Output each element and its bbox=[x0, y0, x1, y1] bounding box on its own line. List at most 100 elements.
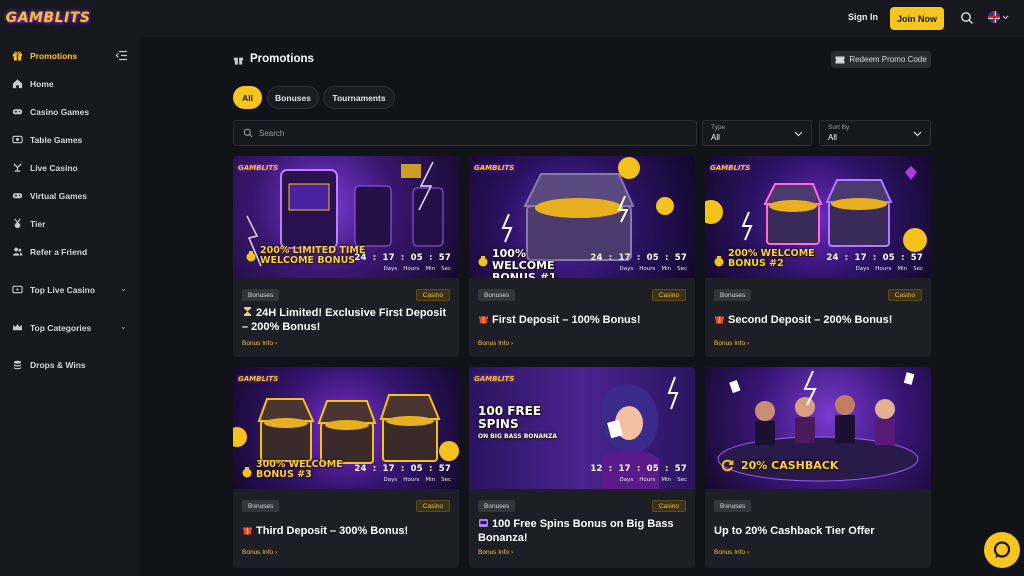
live-icon bbox=[13, 163, 22, 172]
tag-bonuses: Bonuses bbox=[714, 500, 752, 512]
sort-by-select[interactable]: Sort By All bbox=[819, 120, 931, 146]
chevron-down-icon bbox=[913, 131, 922, 137]
gift-icon bbox=[12, 51, 23, 61]
tab-all[interactable]: All bbox=[233, 86, 262, 109]
sidebar-item-home[interactable]: Home bbox=[12, 78, 54, 89]
hourglass-icon bbox=[244, 307, 251, 316]
money-bag-icon bbox=[242, 467, 252, 478]
slot-icon bbox=[479, 519, 488, 527]
tag-bonuses: Bonuses bbox=[478, 289, 516, 301]
promo-title: 100 Free Spins Bonus on Big Bass Bonanza… bbox=[478, 518, 674, 544]
sidebar-item-table-games[interactable]: Table Games bbox=[12, 134, 82, 145]
promo-card[interactable]: GAMBLITS 200% WELCOME BONUS #2 24 : 17 :… bbox=[705, 156, 931, 357]
sidebar-item-top-live-casino[interactable]: Top Live Casino bbox=[12, 284, 95, 295]
search-icon[interactable] bbox=[960, 11, 974, 25]
sidebar-item-label: Tier bbox=[30, 218, 46, 229]
promo-title: Up to 20% Cashback Tier Offer bbox=[714, 525, 875, 537]
promo-card[interactable]: GAMBLITS 300% WELCOME BONUS #3 24 : 17 :… bbox=[233, 367, 459, 568]
site-logo[interactable]: GAMBLITS bbox=[6, 6, 90, 30]
promo-card[interactable]: GAMBLITS 100 FREE SPINS ON BIG BASS BONA… bbox=[469, 367, 695, 568]
language-selector[interactable] bbox=[988, 11, 1009, 23]
promo-banner-image: GAMBLITS 300% WELCOME BONUS #3 24 : 17 :… bbox=[233, 367, 459, 489]
type-select[interactable]: Type All bbox=[702, 120, 812, 146]
ticket-icon bbox=[835, 56, 845, 63]
sidebar-item-label: Promotions bbox=[30, 50, 78, 61]
gift-icon bbox=[479, 316, 488, 324]
sidebar-item-drops-wins[interactable]: Drops & Wins bbox=[12, 359, 86, 370]
promo-card[interactable]: GAMBLITS 100% WELCOME BONUS #1 24 : 17 :… bbox=[469, 156, 695, 357]
sidebar-item-label: Virtual Games bbox=[30, 190, 88, 201]
tag-casino: Casino bbox=[415, 289, 450, 301]
collapse-sidebar-icon[interactable] bbox=[115, 50, 128, 61]
tag-casino: Casino bbox=[651, 500, 686, 512]
promo-banner-image: GAMBLITS 200% LIMITED TIME WELCOME BONUS… bbox=[233, 156, 459, 278]
countdown-timer: 24 : 17 : 05 : 57 Days Hours Min Sec bbox=[590, 253, 687, 272]
promo-banner-image: GAMBLITS 100% WELCOME BONUS #1 24 : 17 :… bbox=[469, 156, 695, 278]
search-icon bbox=[243, 128, 253, 138]
live-chat-button[interactable] bbox=[984, 532, 1020, 568]
chevron-down-icon[interactable]: ⌄ bbox=[120, 322, 127, 331]
bonus-info-link[interactable]: Bonus Info › bbox=[714, 340, 749, 347]
join-now-button[interactable]: Join Now bbox=[890, 7, 944, 30]
gift-icon bbox=[243, 527, 252, 535]
sidebar-item-tier[interactable]: Tier bbox=[12, 218, 45, 229]
page-title: Promotions bbox=[233, 53, 314, 65]
chat-icon bbox=[993, 541, 1011, 558]
cards-icon bbox=[12, 135, 23, 144]
sign-in-link[interactable]: Sign In bbox=[848, 12, 878, 22]
promo-title: 24H Limited! Exclusive First Deposit – 2… bbox=[242, 307, 447, 333]
cashback-icon bbox=[721, 459, 734, 472]
sidebar-item-label: Top Categories bbox=[30, 322, 92, 333]
promo-card[interactable]: 20% CASHBACK Bonuses Up to 20% Cashback … bbox=[705, 367, 931, 568]
home-icon bbox=[12, 79, 23, 89]
money-bag-icon bbox=[478, 256, 488, 267]
bonus-info-link[interactable]: Bonus Info › bbox=[242, 340, 277, 347]
sidebar-item-label: Live Casino bbox=[30, 162, 78, 173]
sidebar-item-label: Home bbox=[30, 78, 54, 89]
tag-casino: Casino bbox=[887, 289, 922, 301]
bonus-info-link[interactable]: Bonus Info › bbox=[478, 340, 513, 347]
search-input[interactable]: Search bbox=[233, 120, 697, 146]
sidebar-item-top-categories[interactable]: Top Categories bbox=[12, 322, 91, 333]
countdown-timer: 12 : 17 : 05 : 57 Days Hours Min Sec bbox=[590, 464, 687, 483]
tag-bonuses: Bonuses bbox=[242, 500, 280, 512]
promo-card[interactable]: GAMBLITS 200% LIMITED TIME WELCOME BONUS… bbox=[233, 156, 459, 357]
countdown-timer: 24 : 17 : 05 : 57 Days Hours Min Sec bbox=[354, 253, 451, 272]
sidebar-item-label: Table Games bbox=[30, 134, 83, 145]
tag-casino: Casino bbox=[651, 289, 686, 301]
tag-casino: Casino bbox=[415, 500, 450, 512]
search-placeholder: Search bbox=[259, 128, 285, 138]
sidebar-item-casino-games[interactable]: Casino Games bbox=[12, 106, 89, 117]
sidebar-item-promotions[interactable]: Promotions bbox=[12, 50, 77, 61]
tag-bonuses: Bonuses bbox=[714, 289, 752, 301]
chevron-down-icon bbox=[794, 131, 803, 137]
sidebar-item-live-casino[interactable]: Live Casino bbox=[12, 162, 78, 173]
redeem-promo-code-button[interactable]: Redeem Promo Code bbox=[831, 51, 931, 68]
tab-bonuses[interactable]: Bonuses bbox=[267, 86, 319, 109]
sidebar-item-virtual-games[interactable]: Virtual Games bbox=[12, 190, 87, 201]
money-bag-icon bbox=[246, 251, 256, 262]
gift-icon bbox=[715, 316, 724, 324]
gamepad-icon bbox=[12, 109, 23, 115]
users-icon bbox=[12, 247, 23, 256]
countdown-timer: 24 : 17 : 05 : 57 Days Hours Min Sec bbox=[354, 464, 451, 483]
chevron-down-icon bbox=[1002, 15, 1009, 19]
sidebar-item-label: Casino Games bbox=[30, 106, 90, 117]
tag-bonuses: Bonuses bbox=[478, 500, 516, 512]
sidebar-item-refer-a-friend[interactable]: Refer a Friend bbox=[12, 246, 87, 257]
medal-icon bbox=[14, 218, 21, 229]
bonus-info-link[interactable]: Bonus Info › bbox=[242, 549, 277, 556]
bonus-info-link[interactable]: Bonus Info › bbox=[714, 549, 749, 556]
gift-icon bbox=[233, 57, 244, 65]
sidebar-item-label: Drops & Wins bbox=[30, 359, 86, 370]
top-header: GAMBLITS Sign In Join Now bbox=[0, 0, 1024, 37]
promo-title: Third Deposit – 300% Bonus! bbox=[242, 524, 450, 538]
tab-tournaments[interactable]: Tournaments bbox=[323, 86, 395, 109]
promo-banner-image: GAMBLITS 200% WELCOME BONUS #2 24 : 17 :… bbox=[705, 156, 931, 278]
money-bag-icon bbox=[714, 256, 724, 267]
uk-flag-icon bbox=[988, 11, 1000, 23]
chevron-down-icon[interactable]: ⌄ bbox=[120, 284, 127, 293]
bonus-info-link[interactable]: Bonus Info › bbox=[478, 549, 513, 556]
countdown-timer: 24 : 17 : 05 : 57 Days Hours Min Sec bbox=[826, 253, 923, 272]
promo-banner-image: 20% CASHBACK bbox=[705, 367, 931, 489]
